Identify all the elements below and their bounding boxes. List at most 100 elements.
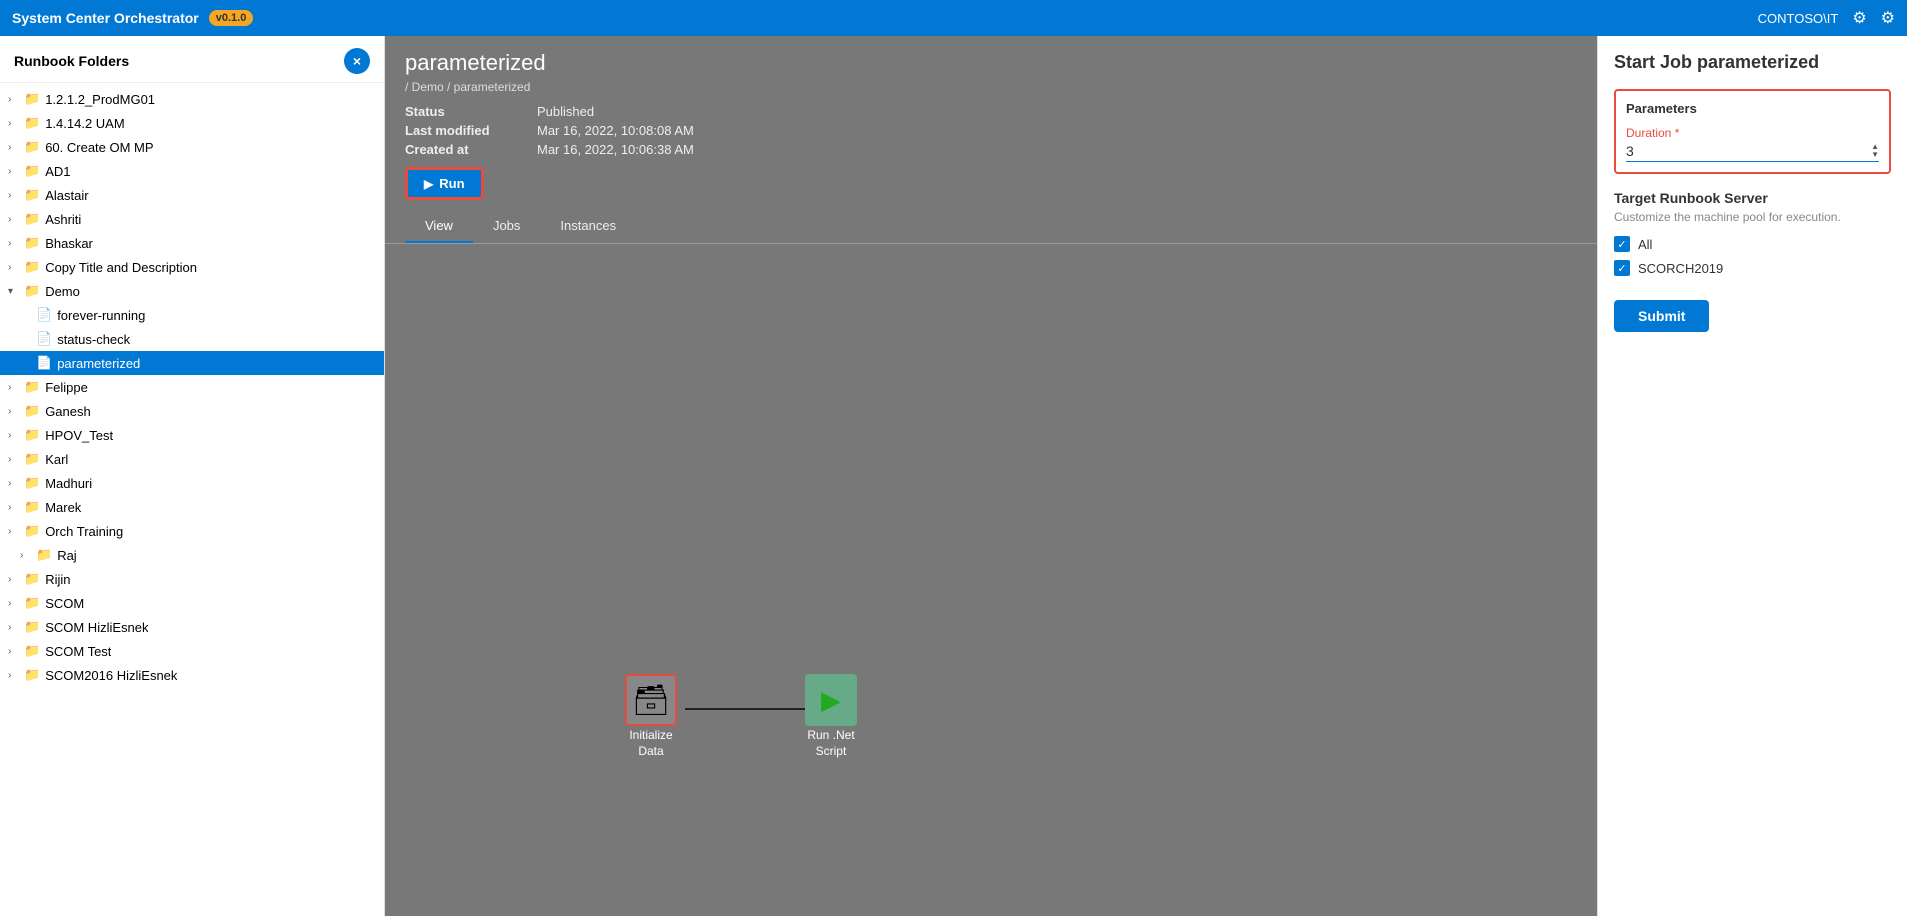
chevron-icon: ▾ — [8, 286, 20, 297]
content-area: parameterized / Demo / parameterized Sta… — [385, 36, 1597, 916]
tab-jobs[interactable]: Jobs — [473, 210, 540, 243]
sidebar-item-ashriti[interactable]: ›📁Ashriti — [0, 207, 384, 231]
file-icon: 📄 — [36, 331, 52, 347]
sidebar-item-scomtest[interactable]: ›📁SCOM Test — [0, 639, 384, 663]
version-badge: v0.1.0 — [209, 10, 254, 26]
sidebar-item-scom[interactable]: ›📁SCOM — [0, 591, 384, 615]
sidebar-item-label: AD1 — [45, 164, 70, 179]
sidebar-item-label: Rijin — [45, 572, 70, 587]
sidebar-item-alastair[interactable]: ›📁Alastair — [0, 183, 384, 207]
checkbox-all[interactable]: ✓ — [1614, 236, 1630, 252]
folder-icon: 📁 — [24, 595, 40, 611]
sidebar-item-60create[interactable]: ›📁60. Create OM MP — [0, 135, 384, 159]
sidebar-item-label: Bhaskar — [45, 236, 93, 251]
app-title: System Center Orchestrator — [12, 10, 199, 26]
canvas-area: 🗃 InitializeData ▶ Run .NetScript — [385, 244, 1597, 916]
workflow-node-script[interactable]: ▶ Run .NetScript — [805, 674, 857, 759]
sidebar-item-label: Karl — [45, 452, 68, 467]
sidebar-item-bhaskar[interactable]: › 📁 Bhaskar — [0, 231, 384, 255]
sidebar-item-label: Marek — [45, 500, 81, 515]
duration-spinner: ▲ ▼ — [1871, 143, 1879, 159]
gear-icon[interactable]: ⚙ — [1881, 8, 1895, 28]
chevron-icon: › — [8, 622, 20, 633]
workflow-node-init[interactable]: 🗃 InitializeData — [625, 674, 677, 759]
topbar-user: CONTOSO\IT — [1758, 11, 1839, 26]
sidebar-item-madhuri[interactable]: ›📁Madhuri — [0, 471, 384, 495]
chevron-icon: › — [8, 190, 20, 201]
folder-icon: 📁 — [24, 523, 40, 539]
duration-input[interactable] — [1626, 143, 1871, 159]
sidebar-item-raj[interactable]: › 📁 Raj — [0, 543, 384, 567]
sidebar-collapse-button[interactable]: × — [344, 48, 370, 74]
sidebar-item-hpov[interactable]: ›📁HPOV_Test — [0, 423, 384, 447]
sidebar-item-1212[interactable]: ›📁1.2.1.2_ProdMG01 — [0, 87, 384, 111]
sidebar-item-rijin[interactable]: ›📁Rijin — [0, 567, 384, 591]
tabs-row: ViewJobsInstances — [385, 210, 1597, 244]
sidebar-header: Runbook Folders × — [0, 36, 384, 83]
sidebar-item-1414[interactable]: ›📁1.4.14.2 UAM — [0, 111, 384, 135]
chevron-icon: › — [8, 238, 20, 249]
tab-instances[interactable]: Instances — [540, 210, 636, 243]
sidebar-item-marek[interactable]: ›📁Marek — [0, 495, 384, 519]
duration-label: Duration * — [1626, 126, 1879, 140]
submit-button[interactable]: Submit — [1614, 300, 1709, 332]
topbar-right: CONTOSO\IT ⚙ ⚙ — [1758, 8, 1895, 28]
sidebar-item-label: Felippe — [45, 380, 88, 395]
meta-table: Status Published Last modified Mar 16, 2… — [405, 104, 1577, 157]
sidebar-item-scom2016[interactable]: ›📁SCOM2016 HizliEsnek — [0, 663, 384, 687]
sidebar-item-label: forever-running — [57, 308, 145, 323]
sidebar-item-statuscheck[interactable]: 📄 status-check — [0, 327, 384, 351]
checkbox-scorch2019[interactable]: ✓ — [1614, 260, 1630, 276]
sidebar-item-label: Ashriti — [45, 212, 81, 227]
sidebar-item-forever[interactable]: 📄 forever-running — [0, 303, 384, 327]
sidebar: Runbook Folders × ›📁1.2.1.2_ProdMG01›📁1.… — [0, 36, 385, 916]
chevron-icon: › — [8, 118, 20, 129]
sidebar-item-karl[interactable]: ›📁Karl — [0, 447, 384, 471]
sidebar-item-demo[interactable]: ▾📁Demo — [0, 279, 384, 303]
folder-icon: 📁 — [24, 643, 40, 659]
created-at-label: Created at — [405, 142, 525, 157]
chevron-icon: › — [8, 454, 20, 465]
arrow-line — [685, 708, 805, 710]
sidebar-item-label: SCOM HizliEsnek — [45, 620, 148, 635]
sidebar-item-label: 1.2.1.2_ProdMG01 — [45, 92, 155, 107]
main-layout: Runbook Folders × ›📁1.2.1.2_ProdMG01›📁1.… — [0, 36, 1907, 916]
target-title: Target Runbook Server — [1614, 190, 1891, 206]
file-icon: 📄 — [36, 307, 52, 323]
init-data-label: InitializeData — [629, 728, 672, 759]
target-subtitle: Customize the machine pool for execution… — [1614, 210, 1891, 224]
duration-decrement[interactable]: ▼ — [1871, 151, 1879, 159]
last-modified-value: Mar 16, 2022, 10:08:08 AM — [537, 123, 1577, 138]
folder-icon: 📁 — [24, 499, 40, 515]
chevron-icon: › — [20, 550, 32, 561]
checkbox-row-scorch2019: ✓SCORCH2019 — [1614, 260, 1891, 276]
sidebar-item-scomhizli[interactable]: ›📁SCOM HizliEsnek — [0, 615, 384, 639]
folder-icon: 📁 — [24, 475, 40, 491]
sidebar-item-ad1[interactable]: ›📁AD1 — [0, 159, 384, 183]
tab-view[interactable]: View — [405, 210, 473, 243]
folder-icon: 📁 — [24, 163, 40, 179]
settings-icon[interactable]: ⚙ — [1852, 8, 1866, 28]
folder-icon: 📁 — [24, 571, 40, 587]
sidebar-item-felippe[interactable]: ›📁Felippe — [0, 375, 384, 399]
topbar: System Center Orchestrator v0.1.0 CONTOS… — [0, 0, 1907, 36]
folder-icon: 📁 — [24, 403, 40, 419]
script-icon-box: ▶ — [805, 674, 857, 726]
run-button[interactable]: ▶ Run — [405, 167, 484, 200]
checkbox-row-all: ✓All — [1614, 236, 1891, 252]
sidebar-item-label: SCOM2016 HizliEsnek — [45, 668, 177, 683]
sidebar-item-label: status-check — [57, 332, 130, 347]
folder-icon: 📁 — [36, 547, 52, 563]
runbook-title: parameterized — [405, 50, 1577, 76]
chevron-icon: › — [8, 478, 20, 489]
workflow-arrow — [685, 704, 813, 714]
folder-icon: 📁 — [24, 235, 40, 251]
sidebar-item-label: Raj — [57, 548, 77, 563]
sidebar-item-parameterized[interactable]: 📄parameterized — [0, 351, 384, 375]
right-panel: Start Job parameterized Parameters Durat… — [1597, 36, 1907, 916]
sidebar-item-ganesh[interactable]: ›📁Ganesh — [0, 399, 384, 423]
sidebar-list: ›📁1.2.1.2_ProdMG01›📁1.4.14.2 UAM›📁60. Cr… — [0, 83, 384, 916]
chevron-icon: › — [8, 670, 20, 681]
sidebar-item-copytitle[interactable]: ›📁Copy Title and Description — [0, 255, 384, 279]
sidebar-item-orchtraining[interactable]: ›📁Orch Training — [0, 519, 384, 543]
